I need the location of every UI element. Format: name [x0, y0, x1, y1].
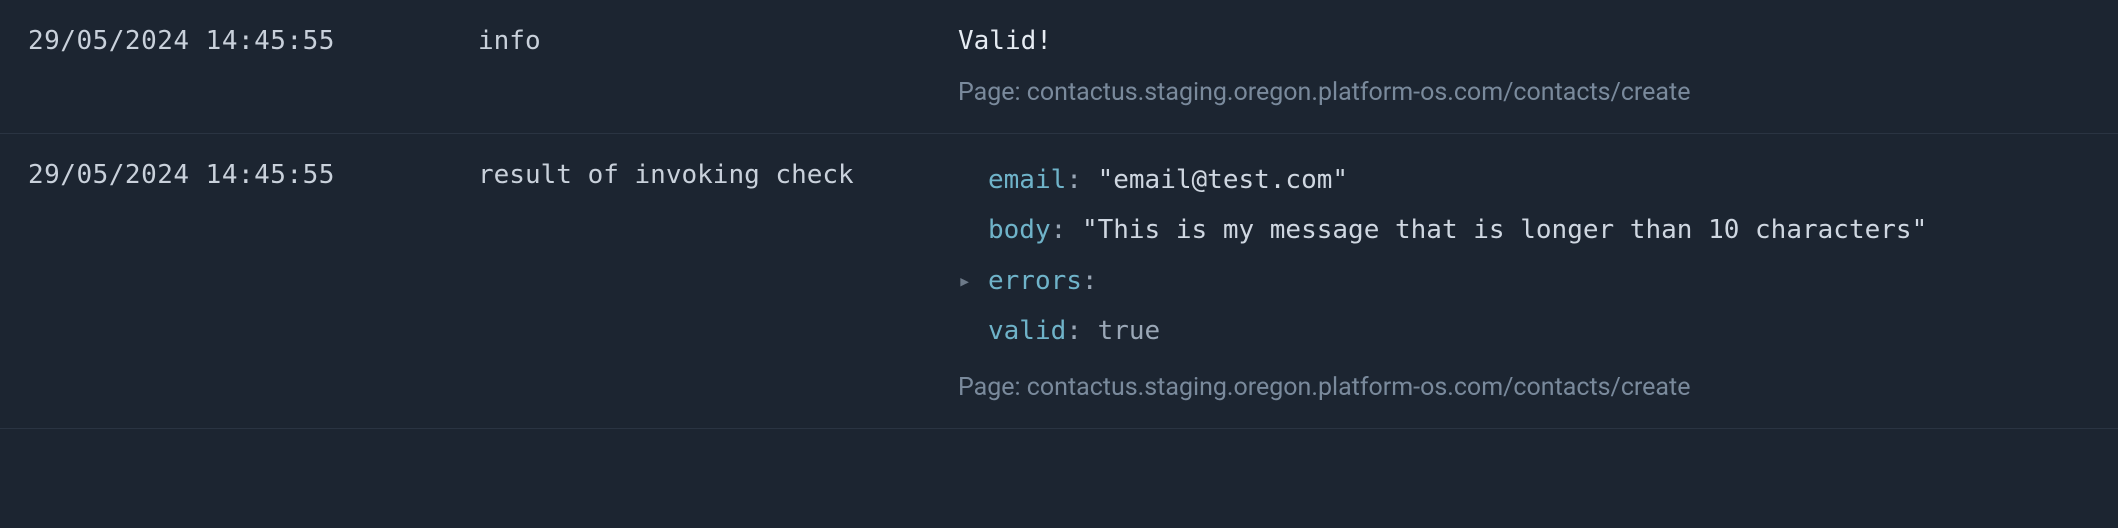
obj-val-valid: true [1098, 311, 1161, 351]
obj-val-email: "email@test.com" [1098, 160, 1348, 200]
obj-val-body: "This is my message that is longer than … [1082, 210, 1927, 250]
log-page-line: Page: contactus.staging.oregon.platform-… [958, 373, 2090, 402]
log-message-title: Valid! [958, 26, 2090, 56]
obj-key-valid: valid [988, 311, 1066, 351]
log-page-url: contactus.staging.oregon.platform-os.com… [1027, 78, 1691, 107]
log-page-line: Page: contactus.staging.oregon.platform-… [958, 78, 2090, 107]
log-message-area: email: "email@test.com" body: "This is m… [958, 160, 2090, 402]
log-object-line: email: "email@test.com" [958, 160, 2090, 200]
log-row: 29/05/2024 14:45:55 result of invoking c… [0, 134, 2118, 429]
log-object: email: "email@test.com" body: "This is m… [958, 160, 2090, 351]
log-timestamp: 29/05/2024 14:45:55 [28, 26, 468, 107]
obj-key-errors: errors [988, 261, 1082, 301]
log-page-label: Page: [958, 78, 1021, 107]
log-page-label: Page: [958, 373, 1021, 402]
obj-key-body: body [988, 210, 1051, 250]
obj-key-email: email [988, 160, 1066, 200]
log-message-area: Valid! Page: contactus.staging.oregon.pl… [958, 26, 2090, 107]
log-object-line: valid: true [958, 311, 2090, 351]
log-tag: result of invoking check [478, 160, 948, 402]
log-object-line[interactable]: ▸ errors: [958, 261, 2090, 301]
log-timestamp: 29/05/2024 14:45:55 [28, 160, 468, 402]
log-object-line: body: "This is my message that is longer… [958, 210, 2090, 250]
expand-caret-icon[interactable]: ▸ [958, 265, 988, 299]
log-row: 29/05/2024 14:45:55 info Valid! Page: co… [0, 0, 2118, 134]
log-page-url: contactus.staging.oregon.platform-os.com… [1027, 373, 1691, 402]
log-tag: info [478, 26, 948, 107]
